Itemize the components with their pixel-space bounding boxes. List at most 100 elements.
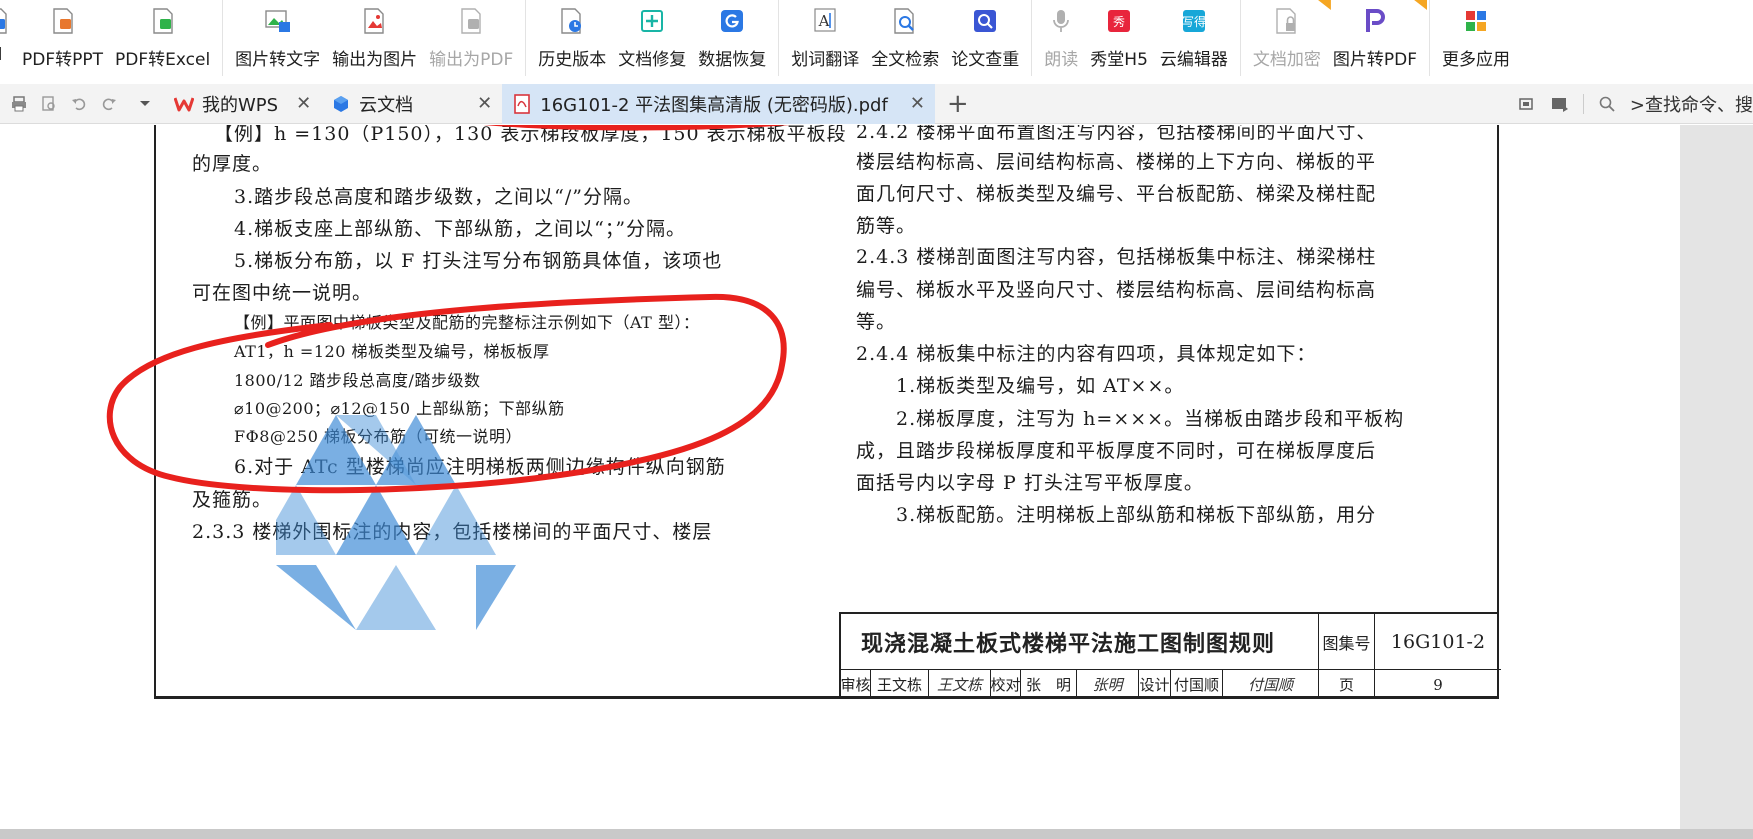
ribbon-button-label: 图片转文字 <box>235 50 321 70</box>
image-to-pdf-button[interactable]: 图片转PDF <box>1327 0 1428 76</box>
new-tab-button[interactable]: + <box>947 89 969 119</box>
ribbon-button-label: 文档修复 <box>618 50 687 70</box>
watermark-triangle <box>336 485 416 555</box>
ribbon-button-label: 数据恢复 <box>698 50 767 70</box>
redo-icon[interactable] <box>98 93 120 115</box>
text-line: 4.梯板支座上部纵筋、下部纵筋，之间以“；”分隔。 <box>234 218 687 240</box>
ribbon-toolbar: dPDF转PPTPDF转Excel 图片转文字输出为图片输出为PDF历史版本文档修… <box>0 0 1753 76</box>
ribbon-button-label: 秀堂H5 <box>1090 50 1148 70</box>
export-pdf-button[interactable]: 输出为PDF <box>423 0 519 76</box>
new-badge <box>1409 0 1428 10</box>
ribbon-button-label: 朗读 <box>1044 50 1079 70</box>
more-apps-button[interactable]: 更多应用 <box>1436 0 1516 76</box>
ribbon-button-label: 划词翻译 <box>791 50 860 70</box>
tab-pdf-document[interactable]: 16G101-2 平法图集高清版 (无密码版).pdf ✕ <box>502 83 935 124</box>
tab-label: 我的WPS <box>202 94 279 116</box>
tab-label: 云文档 <box>359 94 414 116</box>
image-to-pdf-icon <box>1362 7 1388 35</box>
text-line: 2.4.2 楼梯平面布置图注写内容，包括楼梯间的平面尺寸、 <box>856 125 1377 143</box>
watermark-logo <box>276 415 516 630</box>
pdf-to-excel-button[interactable]: PDF转Excel <box>109 0 216 76</box>
close-icon[interactable]: ✕ <box>477 93 492 114</box>
xiutang-h5-icon: 秀 <box>1106 7 1132 35</box>
page-gutter <box>1680 125 1753 829</box>
ribbon-group: 文档加密 图片转PDF <box>1241 0 1431 76</box>
svg-text:写得: 写得 <box>1182 14 1206 29</box>
pdf-to-ppt-icon <box>50 7 76 35</box>
read-aloud-icon <box>1048 7 1074 35</box>
export-image-icon <box>362 7 388 35</box>
page-number: 9 <box>1433 675 1443 694</box>
translate-icon: A <box>812 7 838 35</box>
cloud-editor-button[interactable]: 写得 云编辑器 <box>1154 0 1234 76</box>
signature-row: 审核 王文栋 王文栋 校对 张 明 张明 设计 付国顺 付国顺 页 9 <box>841 670 1501 699</box>
atlas-label: 图集号 <box>1319 614 1375 670</box>
ribbon-button-label: 论文查重 <box>951 50 1020 70</box>
pdf-page: 【例】h =130（P150），130 表示梯段板厚度，150 表示梯板平板段的… <box>154 125 1501 699</box>
chevron-down-icon[interactable] <box>134 93 156 115</box>
xiutang-h5-button[interactable]: 秀秀堂H5 <box>1084 0 1154 76</box>
review-name: 王文栋 <box>871 670 929 699</box>
watermark-triangle <box>276 485 336 555</box>
command-search-input[interactable]: >查找命令、搜 <box>1630 91 1753 117</box>
wps-logo-icon <box>174 94 194 114</box>
ribbon-group: 更多应用 <box>1430 0 1522 76</box>
ribbon-button-label: 输出为图片 <box>332 50 418 70</box>
cloud-editor-icon: 写得 <box>1181 7 1207 35</box>
text-line: 2.4.4 梯板集中标注的内容有四项，具体规定如下： <box>856 343 1317 365</box>
history-button[interactable]: 历史版本 <box>532 0 612 76</box>
close-icon[interactable]: ✕ <box>910 93 925 114</box>
doc-encrypt-button[interactable]: 文档加密 <box>1247 0 1331 76</box>
tab-my-wps[interactable]: 我的WPS ✕ <box>164 84 321 124</box>
pdf-to-ppt-button[interactable]: PDF转PPT <box>16 0 109 76</box>
ribbon-button-label: 更多应用 <box>1442 50 1511 70</box>
divider <box>1582 94 1584 114</box>
tab-cloud-docs[interactable]: 云文档 ✕ <box>321 84 502 124</box>
close-icon[interactable]: ✕ <box>296 93 311 114</box>
tabbar-right-tools: >查找命令、搜 <box>1509 84 1753 124</box>
text-line: 5.梯板分布筋，以 F 打头注写分布钢筋具体值，该项也 <box>234 250 723 272</box>
text-line: AT1，h =120 梯板类型及编号，梯板板厚 <box>234 342 550 361</box>
undo-icon[interactable] <box>68 93 90 115</box>
paper-check-icon <box>972 7 998 35</box>
watermark-triangle <box>476 565 516 630</box>
history-icon <box>559 7 585 35</box>
more-apps-icon <box>1463 7 1489 35</box>
watermark-triangle <box>416 485 496 555</box>
pdf-viewer[interactable]: 【例】h =130（P150），130 表示梯段板厚度，150 表示梯板平板段的… <box>0 125 1680 829</box>
export-pdf-icon <box>458 7 484 35</box>
text-line: 【例】平面图中梯板类型及配筋的完整标注示例如下（AT 型）： <box>234 313 700 332</box>
data-recovery-button[interactable]: 数据恢复 <box>692 0 772 76</box>
review-signature: 王文栋 <box>929 670 991 699</box>
pdf-to-word-icon <box>0 7 10 35</box>
share-icon[interactable] <box>1549 93 1571 115</box>
svg-text:秀: 秀 <box>1113 15 1125 29</box>
export-image-button[interactable]: 输出为图片 <box>326 0 423 76</box>
translate-button[interactable]: A 划词翻译 <box>785 0 865 76</box>
text-line: 可在图中统一说明。 <box>192 282 373 304</box>
image-to-text-icon <box>264 7 291 35</box>
window-mode-icon[interactable] <box>1515 93 1537 115</box>
print-preview-icon[interactable] <box>38 93 60 115</box>
text-line: 面几何尺寸、梯板类型及编号、平台板配筋、梯梁及梯柱配 <box>856 183 1377 205</box>
text-line: 的厚度。 <box>192 153 273 175</box>
search-icon[interactable] <box>1596 93 1618 115</box>
text-line: 1800/12 踏步段总高度/踏步级数 <box>234 371 481 390</box>
data-recovery-icon <box>719 7 745 35</box>
pdf-file-icon <box>512 93 532 114</box>
ribbon-group: 朗读秀秀堂H5 写得 云编辑器 <box>1032 0 1241 76</box>
check-name: 张 明 <box>1021 670 1077 699</box>
horizontal-scrollbar[interactable] <box>0 829 1753 839</box>
ribbon-button-label: 图片转PDF <box>1332 50 1418 70</box>
text-line: 3.踏步段总高度和踏步级数，之间以“/”分隔。 <box>234 186 643 208</box>
paper-check-button[interactable]: 论文查重 <box>945 0 1025 76</box>
check-signature: 张明 <box>1077 670 1139 699</box>
doc-repair-button[interactable]: 文档修复 <box>612 0 692 76</box>
text-line: 2.4.3 楼梯剖面图注写内容，包括梯板集中标注、梯梁梯柱 <box>856 246 1377 268</box>
read-aloud-button[interactable]: 朗读 <box>1038 0 1084 76</box>
fulltext-search-button[interactable]: 全文检索 <box>865 0 945 76</box>
ribbon-button-label: 全文检索 <box>871 50 940 70</box>
pdf-to-word-button[interactable]: d <box>0 0 16 76</box>
image-to-text-button[interactable]: 图片转文字 <box>229 0 326 76</box>
print-icon[interactable] <box>8 93 30 115</box>
